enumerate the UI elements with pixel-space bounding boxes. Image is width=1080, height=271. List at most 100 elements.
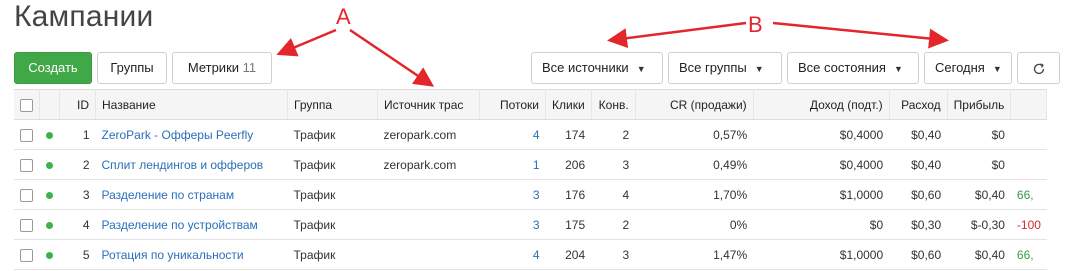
row-checkbox[interactable]: [20, 128, 33, 142]
campaign-link[interactable]: Ротация по уникальности: [102, 248, 244, 262]
groups-filter-dropdown[interactable]: Все группы ▼: [668, 52, 782, 84]
arrow-a-to-metrics: [276, 28, 337, 57]
select-all-checkbox[interactable]: [20, 98, 33, 112]
cell-extra: -100: [1010, 209, 1047, 240]
row-select-cell[interactable]: [14, 119, 40, 150]
row-select-cell[interactable]: [14, 239, 40, 270]
status-active-icon: [45, 251, 53, 259]
flows-link[interactable]: 4: [533, 248, 540, 262]
chevron-down-icon: ▼: [893, 63, 903, 74]
refresh-button[interactable]: [1017, 52, 1060, 84]
column-header-cost[interactable]: Расход: [889, 89, 948, 120]
column-header-id[interactable]: ID: [59, 89, 96, 120]
column-header-name[interactable]: Название: [95, 89, 288, 120]
table-row[interactable]: 5 Ротация по уникальности Трафик 4 204 3…: [14, 239, 1047, 270]
cell-profit: $0,40: [947, 179, 1011, 210]
cell-extra: 66,: [1010, 239, 1047, 270]
arrow-b-to-sources-filter: [607, 21, 747, 49]
arrow-b-to-date-filter: [772, 21, 949, 49]
cell-id: 4: [59, 209, 96, 240]
cell-id: 5: [59, 239, 96, 270]
cell-extra: [1010, 149, 1047, 180]
cell-cr: 1,70%: [635, 179, 754, 210]
cell-cr: 0,57%: [635, 119, 754, 150]
column-header-conversions[interactable]: Конв.: [591, 89, 636, 120]
row-select-cell[interactable]: [14, 179, 40, 210]
column-header-group[interactable]: Группа: [287, 89, 378, 120]
cell-source: [377, 209, 480, 240]
column-header-revenue[interactable]: Доход (подт.): [753, 89, 890, 120]
select-all-cell[interactable]: [14, 89, 40, 120]
chevron-down-icon: ▼: [636, 63, 646, 74]
sources-filter-dropdown[interactable]: Все источники ▼: [531, 52, 663, 84]
cell-revenue: $0,4000: [753, 149, 890, 180]
create-button[interactable]: Создать: [14, 52, 92, 84]
column-header-flows[interactable]: Потоки: [479, 89, 546, 120]
cell-clicks: 174: [545, 119, 592, 150]
status-active-icon: [45, 161, 53, 169]
row-checkbox[interactable]: [20, 158, 33, 172]
cell-name: ZeroPark - Офферы Peerfly: [95, 119, 288, 150]
column-header-cr[interactable]: CR (продажи): [635, 89, 754, 120]
cell-clicks: 206: [545, 149, 592, 180]
flows-link[interactable]: 3: [533, 188, 540, 202]
groups-button-label: Группы: [110, 60, 154, 75]
column-header-source[interactable]: Источник трас: [377, 89, 480, 120]
status-active-icon: [45, 131, 53, 139]
flows-link[interactable]: 3: [533, 218, 540, 232]
table-row[interactable]: 2 Сплит лендингов и офферов Трафик zerop…: [14, 149, 1047, 180]
cell-cr: 0%: [635, 209, 754, 240]
cell-source: [377, 239, 480, 270]
groups-filter-label: Все группы: [679, 60, 747, 75]
row-checkbox[interactable]: [20, 188, 33, 202]
cell-group: Трафик: [287, 179, 378, 210]
cell-group: Трафик: [287, 209, 378, 240]
status-active-icon: [45, 191, 53, 199]
cell-conversions: 2: [591, 209, 636, 240]
refresh-icon: [1033, 62, 1044, 74]
status-header: [39, 89, 60, 120]
cell-flows: 4: [479, 239, 546, 270]
cell-revenue: $0: [753, 209, 890, 240]
table-row[interactable]: 1 ZeroPark - Офферы Peerfly Трафик zerop…: [14, 119, 1047, 150]
cell-id: 2: [59, 149, 96, 180]
cell-cost: $0,60: [889, 239, 948, 270]
table-row[interactable]: 3 Разделение по странам Трафик 3 176 4 1…: [14, 179, 1047, 210]
campaign-link[interactable]: Сплит лендингов и офферов: [102, 158, 264, 172]
cell-group: Трафик: [287, 239, 378, 270]
row-checkbox[interactable]: [20, 218, 33, 232]
cell-profit: $0,40: [947, 239, 1011, 270]
cell-revenue: $0,4000: [753, 119, 890, 150]
cell-cost: $0,30: [889, 209, 948, 240]
cell-revenue: $1,0000: [753, 179, 890, 210]
row-select-cell[interactable]: [14, 149, 40, 180]
states-filter-dropdown[interactable]: Все состояния ▼: [787, 52, 919, 84]
campaign-link[interactable]: Разделение по странам: [102, 188, 235, 202]
sources-filter-label: Все источники: [542, 60, 629, 75]
flows-link[interactable]: 4: [533, 128, 540, 142]
date-filter-label: Сегодня: [935, 60, 985, 75]
campaign-link[interactable]: ZeroPark - Офферы Peerfly: [102, 128, 254, 142]
states-filter-label: Все состояния: [798, 60, 886, 75]
cell-profit: $0: [947, 149, 1011, 180]
cell-extra: 66,: [1010, 179, 1047, 210]
metrics-button[interactable]: Метрики 11: [172, 52, 272, 84]
column-header-profit[interactable]: Прибыль: [947, 89, 1012, 120]
date-filter-dropdown[interactable]: Сегодня ▼: [924, 52, 1012, 84]
cell-cost: $0,40: [889, 119, 948, 150]
table-header-row: ID Название Группа Источник трас Потоки …: [14, 89, 1048, 120]
column-header-clicks[interactable]: Клики: [545, 89, 592, 120]
campaign-link[interactable]: Разделение по устройствам: [102, 218, 258, 232]
cell-group: Трафик: [287, 119, 378, 150]
table-row[interactable]: 4 Разделение по устройствам Трафик 3 175…: [14, 209, 1047, 240]
row-select-cell[interactable]: [14, 209, 40, 240]
cell-cr: 0,49%: [635, 149, 754, 180]
row-checkbox[interactable]: [20, 248, 33, 262]
groups-button[interactable]: Группы: [97, 52, 167, 84]
flows-link[interactable]: 1: [533, 158, 540, 172]
status-cell: [39, 119, 60, 150]
cell-name: Разделение по устройствам: [95, 209, 288, 240]
cell-clicks: 176: [545, 179, 592, 210]
cell-conversions: 3: [591, 149, 636, 180]
cell-conversions: 2: [591, 119, 636, 150]
